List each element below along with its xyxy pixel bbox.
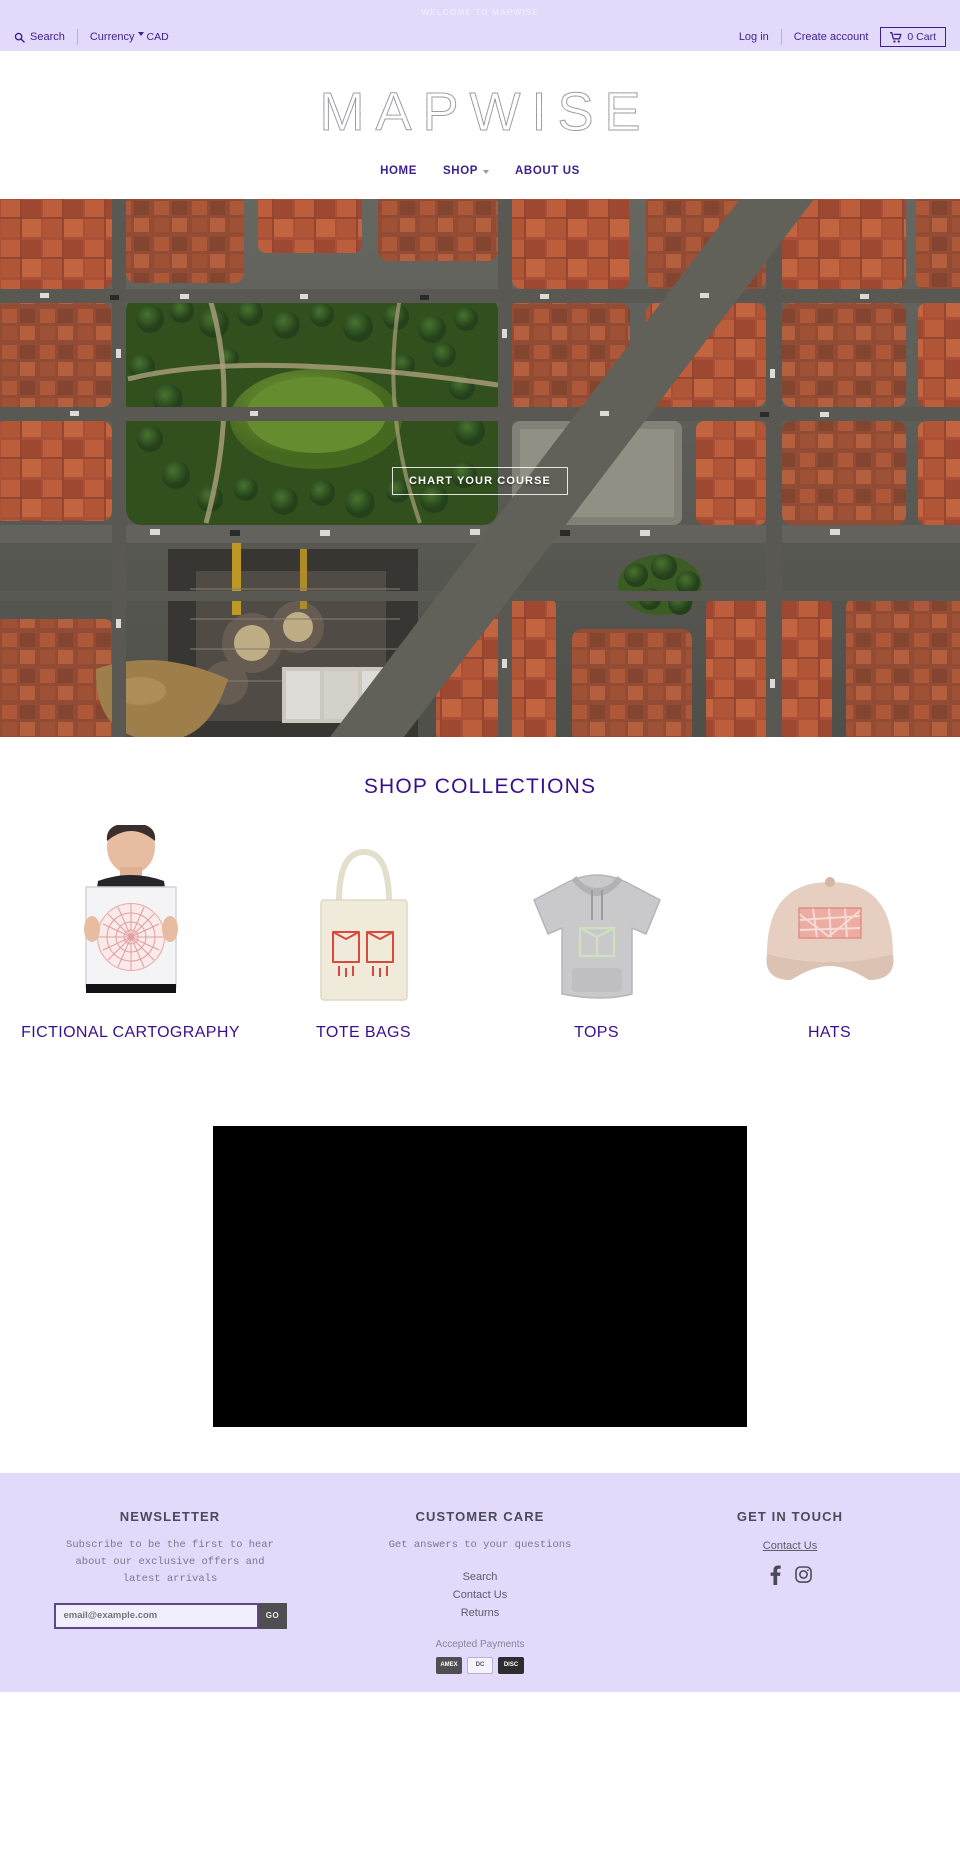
- instagram-icon[interactable]: [794, 1565, 813, 1590]
- newsletter-submit-button[interactable]: GO: [258, 1602, 287, 1629]
- nav-label: SHOP: [443, 165, 479, 177]
- nav-item-home[interactable]: HOME: [367, 161, 430, 181]
- discover-icon: DISC: [498, 1656, 524, 1674]
- cart-label: 0 Cart: [907, 31, 936, 43]
- footer-column-get-in-touch: GET IN TOUCH Contact Us: [640, 1509, 940, 1674]
- logo-container[interactable]: MAPWISE: [0, 77, 960, 147]
- currency-value: CAD: [146, 31, 169, 43]
- collection-card-tops[interactable]: TOPS: [480, 825, 713, 1044]
- footer-link-contact-us[interactable]: Contact Us: [330, 1586, 630, 1604]
- create-account-link[interactable]: Create account: [794, 31, 869, 43]
- nav-item-about-us[interactable]: ABOUT US: [502, 161, 593, 181]
- login-link[interactable]: Log in: [739, 31, 769, 43]
- social-links-row: [640, 1565, 940, 1590]
- site-footer: NEWSLETTER Subscribe to be the first to …: [0, 1472, 960, 1692]
- announcement-bar: WELCOME TO MAPWISE: [0, 0, 960, 23]
- collection-label: TOPS: [574, 1024, 619, 1041]
- nav-item-shop[interactable]: SHOP: [430, 161, 502, 181]
- currency-selector[interactable]: Currency CAD: [90, 31, 169, 43]
- main-navigation: HOME SHOP ABOUT US: [0, 147, 960, 199]
- footer-link-returns[interactable]: Returns: [330, 1604, 630, 1622]
- chart-your-course-button[interactable]: CHART YOUR COURSE: [392, 467, 568, 495]
- site-logo[interactable]: MAPWISE: [308, 85, 651, 140]
- collection-image: [14, 825, 247, 1010]
- nav-label: HOME: [380, 165, 418, 177]
- topbar-right-group: Log in Create account 0 Cart: [739, 27, 946, 47]
- currency-label: Currency: [89, 31, 135, 43]
- collection-label: TOTE BAGS: [316, 1024, 411, 1041]
- framed-map-print-icon: [83, 825, 178, 993]
- announcement-text: WELCOME TO MAPWISE: [421, 6, 539, 17]
- footer-column-newsletter: NEWSLETTER Subscribe to be the first to …: [20, 1509, 320, 1674]
- search-link[interactable]: Search: [14, 31, 65, 43]
- nav-label: ABOUT US: [515, 165, 580, 177]
- collections-grid: FICTIONAL CARTOGRAPHY TOTE BAGS TOPS HAT…: [0, 825, 960, 1044]
- diners-icon: DC: [467, 1656, 493, 1674]
- chevron-down-icon: [483, 170, 490, 174]
- collection-label: HATS: [807, 1024, 852, 1041]
- cart-button[interactable]: 0 Cart: [880, 27, 946, 47]
- cart-icon: [890, 31, 902, 43]
- accepted-payments-label: Accepted Payments: [435, 1638, 525, 1650]
- divider: [76, 29, 78, 45]
- baseball-cap-icon: [766, 877, 893, 980]
- currency-value-group[interactable]: CAD: [138, 31, 169, 43]
- video-player[interactable]: [213, 1125, 747, 1427]
- newsletter-form: GO: [20, 1602, 320, 1629]
- hero-banner: CHART YOUR COURSE: [0, 199, 960, 737]
- collection-card-fictional-cartography[interactable]: FICTIONAL CARTOGRAPHY: [14, 825, 247, 1044]
- tote-bag-icon: [319, 848, 408, 1001]
- collection-label: FICTIONAL CARTOGRAPHY: [21, 1024, 240, 1041]
- amex-icon: AMEX: [436, 1656, 462, 1674]
- collection-image: [247, 825, 480, 1010]
- shop-collections-section: SHOP COLLECTIONS FICTIONAL CARTOGRAPHY T…: [0, 737, 960, 1074]
- footer-link-search[interactable]: Search: [330, 1568, 630, 1586]
- footer-contact-us-link[interactable]: Contact Us: [640, 1537, 940, 1555]
- customer-care-title: CUSTOMER CARE: [415, 1508, 545, 1524]
- hoodie-icon: [532, 874, 661, 999]
- facebook-icon[interactable]: [768, 1565, 782, 1590]
- newsletter-email-input[interactable]: [53, 1602, 259, 1629]
- divider: [780, 29, 782, 45]
- footer-grid: NEWSLETTER Subscribe to be the first to …: [20, 1509, 940, 1674]
- search-label: Search: [30, 31, 65, 43]
- section-title: SHOP COLLECTIONS: [363, 775, 597, 798]
- collection-image: [480, 825, 713, 1010]
- video-section: [0, 1073, 960, 1473]
- hero-cta-container: CHART YOUR COURSE: [0, 467, 960, 495]
- payment-icons-row: AMEX DC DISC: [330, 1656, 630, 1674]
- collection-card-hats[interactable]: HATS: [713, 825, 946, 1044]
- top-utility-bar: Search Currency CAD Log in Create accoun…: [0, 23, 960, 51]
- topbar-left-group: Search Currency CAD: [14, 29, 169, 45]
- newsletter-subtitle: Subscribe to be the first to hear about …: [66, 1538, 274, 1586]
- collection-card-tote-bags[interactable]: TOTE BAGS: [247, 825, 480, 1044]
- newsletter-title: NEWSLETTER: [119, 1508, 221, 1524]
- get-in-touch-title: GET IN TOUCH: [736, 1508, 844, 1524]
- collection-image: [713, 825, 946, 1010]
- site-header: MAPWISE HOME SHOP ABOUT US: [0, 51, 960, 199]
- search-icon: [14, 32, 25, 43]
- footer-column-customer-care: CUSTOMER CARE Get answers to your questi…: [330, 1509, 630, 1674]
- chevron-down-icon: [138, 32, 145, 36]
- customer-care-subtitle: Get answers to your questions: [388, 1538, 572, 1551]
